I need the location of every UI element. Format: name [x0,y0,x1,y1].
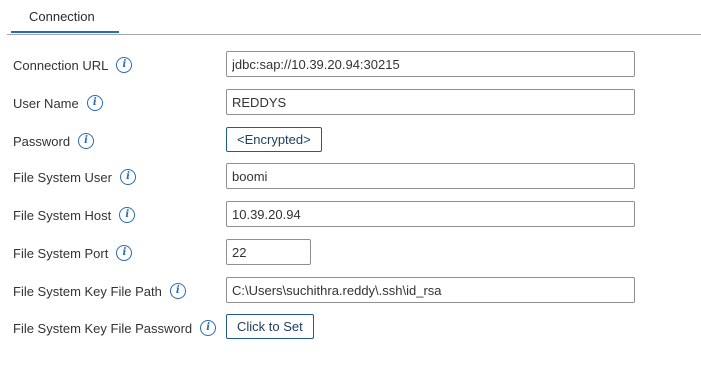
file-system-host-row: File System Host i [0,201,701,229]
file-system-user-row: File System User i [0,163,701,191]
connection-url-label: Connection URL [13,57,109,73]
info-icon[interactable]: i [119,207,136,223]
user-name-label: User Name [13,95,79,111]
tab-connection[interactable]: Connection [11,0,119,33]
password-row: Password i <Encrypted> [0,127,701,155]
file-system-key-path-label: File System Key File Path [13,283,162,299]
info-icon[interactable]: i [116,57,133,73]
file-system-port-input[interactable] [226,239,311,265]
password-label: Password [13,133,71,149]
password-encrypted-button[interactable]: <Encrypted> [226,127,322,152]
file-system-port-row: File System Port i [0,239,701,267]
info-icon[interactable]: i [169,283,186,299]
click-to-set-button[interactable]: Click to Set [226,314,314,339]
info-icon[interactable]: i [119,169,136,185]
tab-bar: Connection [7,0,701,35]
info-icon[interactable]: i [86,95,103,111]
file-system-key-path-input[interactable] [226,277,635,303]
file-system-key-password-label: File System Key File Password [13,320,193,336]
file-system-host-input[interactable] [226,201,635,227]
file-system-user-input[interactable] [226,163,635,189]
info-icon[interactable]: i [78,133,95,149]
file-system-key-password-row: File System Key File Password i Click to… [0,314,701,342]
connection-url-row: Connection URL i [0,51,701,79]
user-name-input[interactable] [226,89,635,115]
info-icon[interactable]: i [116,245,133,261]
user-name-row: User Name i [0,89,701,117]
file-system-user-label: File System User [13,169,112,185]
connection-url-input[interactable] [226,51,635,77]
info-icon[interactable]: i [200,320,217,336]
file-system-host-label: File System Host [13,207,112,223]
file-system-key-path-row: File System Key File Path i [0,277,701,305]
file-system-port-label: File System Port [13,245,109,261]
